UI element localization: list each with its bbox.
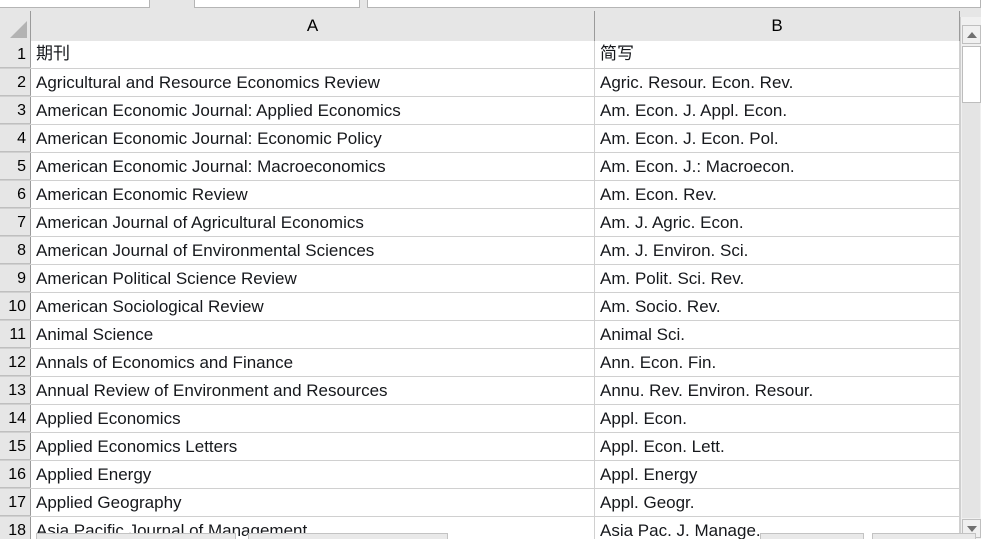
row-header[interactable]: 11 [0,321,31,348]
cell-A1[interactable]: 期刊 [31,41,595,68]
scroll-up-arrow-icon [966,31,977,38]
cell-A16[interactable]: Applied Energy [31,461,595,488]
select-all-triangle-icon [10,21,27,38]
row-header[interactable]: 10 [0,293,31,320]
table-row[interactable]: 12 Annals of Economics and Finance Ann. Ec… [0,349,960,377]
table-row[interactable]: 14 Applied Economics Appl. Econ. [0,405,960,433]
row-header[interactable]: 13 [0,377,31,404]
scroll-up-button[interactable] [962,25,981,44]
cell-A18[interactable]: Asia Pacific Journal of Management [31,517,595,539]
sheet-grid: A B 1 期刊 简写 2 Agricultural and Resource Econ… [0,11,981,539]
formula-bar-clipped[interactable] [367,0,981,8]
name-box-clipped[interactable] [0,0,150,8]
table-row[interactable]: 8 American Journal of Environmental Scien… [0,237,960,265]
row-header[interactable]: 7 [0,209,31,236]
table-row[interactable]: 16 Applied Energy Appl. Energy [0,461,960,489]
cell-A6[interactable]: American Economic Review [31,181,595,208]
row-header[interactable]: 1 [0,41,31,68]
scroll-down-arrow-icon [966,525,977,532]
row-header[interactable]: 17 [0,489,31,516]
cell-B8[interactable]: Am. J. Environ. Sci. [595,237,960,264]
cell-A17[interactable]: Applied Geography [31,489,595,516]
column-header-b[interactable]: B [595,11,960,41]
table-row[interactable]: 5 American Economic Journal: Macroeconomi… [0,153,960,181]
table-row[interactable]: 9 American Political Science Review Am. Po… [0,265,960,293]
row-header[interactable]: 5 [0,153,31,180]
table-row[interactable]: 2 Agricultural and Resource Economics Rev… [0,69,960,97]
cell-B18[interactable]: Asia Pac. J. Manage. [595,517,960,539]
scrollbar-thumb[interactable] [962,46,981,103]
cell-B17[interactable]: Appl. Geogr. [595,489,960,516]
row-header[interactable]: 9 [0,265,31,292]
cell-A10[interactable]: American Sociological Review [31,293,595,320]
row-header[interactable]: 3 [0,97,31,124]
select-all-corner[interactable] [0,11,31,41]
cell-B16[interactable]: Appl. Energy [595,461,960,488]
table-row[interactable]: 3 American Economic Journal: Applied Econ… [0,97,960,125]
table-row[interactable]: 4 American Economic Journal: Economic Pol… [0,125,960,153]
vertical-scrollbar[interactable] [960,17,981,539]
row-header[interactable]: 15 [0,433,31,460]
cell-B10[interactable]: Am. Socio. Rev. [595,293,960,320]
scrollbar-track[interactable] [962,103,980,518]
scroll-down-button[interactable] [962,519,981,538]
cell-B6[interactable]: Am. Econ. Rev. [595,181,960,208]
grid-body: 1 期刊 简写 2 Agricultural and Resource Economic… [0,41,960,539]
cell-A14[interactable]: Applied Economics [31,405,595,432]
cell-A12[interactable]: Annals of Economics and Finance [31,349,595,376]
cell-B5[interactable]: Am. Econ. J.: Macroecon. [595,153,960,180]
table-row[interactable]: 15 Applied Economics Letters Appl. Econ. L… [0,433,960,461]
table-row[interactable]: 17 Applied Geography Appl. Geogr. [0,489,960,517]
table-row[interactable]: 7 American Journal of Agricultural Econom… [0,209,960,237]
cell-B7[interactable]: Am. J. Agric. Econ. [595,209,960,236]
cell-B14[interactable]: Appl. Econ. [595,405,960,432]
table-row[interactable]: 11 Animal Science Animal Sci. [0,321,960,349]
cell-B15[interactable]: Appl. Econ. Lett. [595,433,960,460]
row-header[interactable]: 4 [0,125,31,152]
table-row[interactable]: 18 Asia Pacific Journal of Management Asia… [0,517,960,539]
cell-A8[interactable]: American Journal of Environmental Scienc… [31,237,595,264]
cell-A11[interactable]: Animal Science [31,321,595,348]
row-header[interactable]: 18 [0,517,31,539]
row-header[interactable]: 14 [0,405,31,432]
row-header[interactable]: 6 [0,181,31,208]
toolbar-field-clipped[interactable] [194,0,360,8]
cell-A15[interactable]: Applied Economics Letters [31,433,595,460]
cell-B4[interactable]: Am. Econ. J. Econ. Pol. [595,125,960,152]
cell-A7[interactable]: American Journal of Agricultural Economi… [31,209,595,236]
row-header[interactable]: 8 [0,237,31,264]
row-header[interactable]: 2 [0,69,31,96]
cell-B1[interactable]: 简写 [595,41,960,68]
table-row[interactable]: 6 American Economic Review Am. Econ. Rev. [0,181,960,209]
cell-B9[interactable]: Am. Polit. Sci. Rev. [595,265,960,292]
row-header[interactable]: 12 [0,349,31,376]
column-header-a[interactable]: A [31,11,595,41]
cell-B3[interactable]: Am. Econ. J. Appl. Econ. [595,97,960,124]
cell-A5[interactable]: American Economic Journal: Macroeconomic… [31,153,595,180]
cell-A3[interactable]: American Economic Journal: Applied Econo… [31,97,595,124]
cell-A13[interactable]: Annual Review of Environment and Resourc… [31,377,595,404]
row-header[interactable]: 16 [0,461,31,488]
cell-B2[interactable]: Agric. Resour. Econ. Rev. [595,69,960,96]
cell-B11[interactable]: Animal Sci. [595,321,960,348]
cell-A4[interactable]: American Economic Journal: Economic Poli… [31,125,595,152]
table-row[interactable]: 10 American Sociological Review Am. Socio.… [0,293,960,321]
table-row[interactable]: 13 Annual Review of Environment and Resou… [0,377,960,405]
cell-A2[interactable]: Agricultural and Resource Economics Revi… [31,69,595,96]
column-header-row: A B [0,11,960,41]
spreadsheet-window: A B 1 期刊 简写 2 Agricultural and Resource Econ… [0,0,981,539]
table-row[interactable]: 1 期刊 简写 [0,41,960,69]
cell-B13[interactable]: Annu. Rev. Environ. Resour. [595,377,960,404]
cell-B12[interactable]: Ann. Econ. Fin. [595,349,960,376]
toolbar-strip-clipped [0,0,981,11]
cell-A9[interactable]: American Political Science Review [31,265,595,292]
